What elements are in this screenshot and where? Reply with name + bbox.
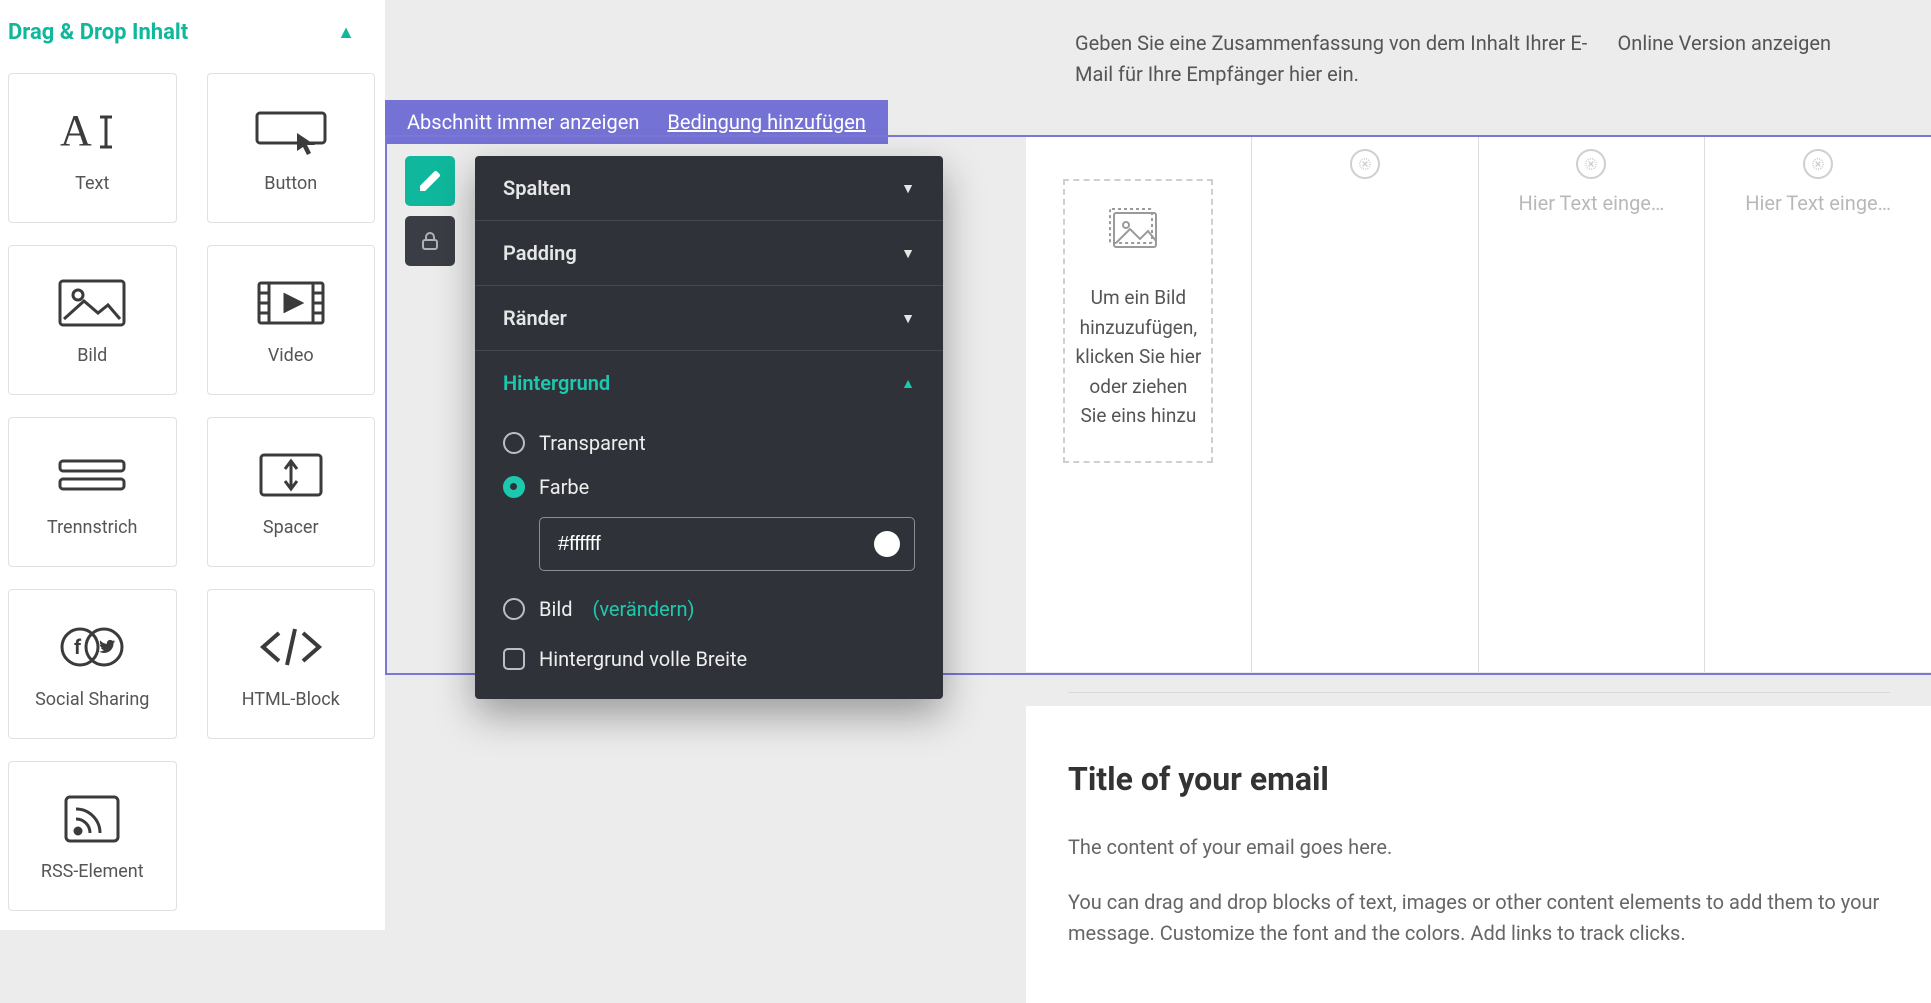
tile-label: Social Sharing <box>35 689 149 710</box>
close-icon <box>1358 157 1372 171</box>
radio-icon <box>503 432 525 454</box>
tile-spacer[interactable]: Spacer <box>207 417 376 567</box>
accordion-borders[interactable]: Ränder ▼ <box>475 286 943 350</box>
text-icon: A <box>52 103 132 159</box>
bg-full-width-checkbox[interactable]: Hintergrund volle Breite <box>503 629 915 675</box>
tile-label: RSS-Element <box>41 861 144 882</box>
column-3[interactable]: Hier Text einge… <box>1479 137 1705 672</box>
divider-icon <box>52 447 132 503</box>
close-icon <box>1811 157 1825 171</box>
accordion-columns[interactable]: Spalten ▼ <box>475 156 943 220</box>
radio-icon <box>503 598 525 620</box>
checkbox-icon <box>503 648 525 670</box>
accordion-label: Padding <box>503 241 577 265</box>
tile-text[interactable]: A Text <box>8 73 177 223</box>
email-body-section[interactable]: Title of your email The content of your … <box>1026 706 1931 1003</box>
color-hex-field[interactable] <box>558 533 758 556</box>
image-drop-text: Um ein Bild hinzuzufügen, klicken Sie hi… <box>1075 283 1201 430</box>
close-icon <box>1584 157 1598 171</box>
edit-button[interactable] <box>405 156 455 206</box>
rss-icon <box>52 791 132 847</box>
tile-rss[interactable]: RSS-Element <box>8 761 177 911</box>
tile-label: Trennstrich <box>47 517 137 538</box>
svg-text:f: f <box>74 635 82 659</box>
image-icon <box>52 275 132 331</box>
color-input[interactable] <box>539 517 915 571</box>
checkbox-label: Hintergrund volle Breite <box>539 647 747 671</box>
image-placeholder-icon <box>1108 207 1168 257</box>
tile-video[interactable]: Video <box>207 245 376 395</box>
spacer-icon <box>251 447 331 503</box>
tile-label: HTML-Block <box>242 689 340 710</box>
bg-radio-image[interactable]: Bild (verändern) <box>503 581 915 629</box>
email-paragraph[interactable]: The content of your email goes here. <box>1068 832 1889 863</box>
tile-label: Video <box>268 345 314 366</box>
radio-label: Farbe <box>539 475 589 499</box>
tile-label: Button <box>264 173 317 194</box>
column-2[interactable] <box>1252 137 1478 672</box>
color-swatch[interactable] <box>874 531 900 557</box>
chevron-up-icon: ▲ <box>337 22 355 43</box>
add-condition-link[interactable]: Bedingung hinzufügen <box>667 110 865 134</box>
tile-divider[interactable]: Trennstrich <box>8 417 177 567</box>
lock-icon <box>418 229 442 253</box>
email-paragraph[interactable]: You can drag and drop blocks of text, im… <box>1068 887 1889 949</box>
bg-radio-transparent[interactable]: Transparent <box>503 421 915 465</box>
section-divider <box>1068 692 1890 693</box>
tile-html[interactable]: HTML-Block <box>207 589 376 739</box>
video-icon <box>251 275 331 331</box>
accordion-label: Ränder <box>503 306 567 330</box>
email-columns-section[interactable]: Um ein Bild hinzuzufügen, klicken Sie hi… <box>1026 137 1931 672</box>
delete-column-button[interactable] <box>1350 149 1380 179</box>
chevron-down-icon: ▼ <box>901 310 915 327</box>
section-actions <box>405 156 455 266</box>
accordion-background[interactable]: Hintergrund ▲ <box>475 351 943 415</box>
button-icon <box>251 103 331 159</box>
accordion-padding[interactable]: Padding ▼ <box>475 221 943 285</box>
tile-label: Spacer <box>263 517 319 538</box>
online-version-link[interactable]: Online Version anzeigen <box>1618 28 1831 90</box>
condition-bar: Abschnitt immer anzeigen Bedingung hinzu… <box>385 100 888 144</box>
tile-button[interactable]: Button <box>207 73 376 223</box>
tile-social[interactable]: f Social Sharing <box>8 589 177 739</box>
chevron-down-icon: ▼ <box>901 245 915 262</box>
code-icon <box>251 619 331 675</box>
email-title[interactable]: Title of your email <box>1068 760 1889 798</box>
delete-column-button[interactable] <box>1576 149 1606 179</box>
sidebar: Drag & Drop Inhalt ▲ A Text Button Bild <box>0 0 385 930</box>
pencil-icon <box>418 169 442 193</box>
accordion-label: Hintergrund <box>503 371 610 395</box>
lock-button[interactable] <box>405 216 455 266</box>
image-dropzone[interactable]: Um ein Bild hinzuzufügen, klicken Sie hi… <box>1063 179 1213 463</box>
always-show-label: Abschnitt immer anzeigen <box>407 110 639 134</box>
social-icon: f <box>52 619 132 675</box>
tile-image[interactable]: Bild <box>8 245 177 395</box>
change-image-link[interactable]: (verändern) <box>592 597 694 621</box>
sidebar-section-toggle[interactable]: Drag & Drop Inhalt ▲ <box>0 20 385 63</box>
bg-radio-color[interactable]: Farbe <box>503 465 915 509</box>
sidebar-title: Drag & Drop Inhalt <box>8 20 188 45</box>
background-panel: Transparent Farbe Bild (verändern) <box>475 415 943 699</box>
chevron-up-icon: ▲ <box>901 375 915 392</box>
preheader-row: Geben Sie eine Zusammenfassung von dem I… <box>385 0 1931 90</box>
column-4[interactable]: Hier Text einge… <box>1705 137 1931 672</box>
tile-label: Text <box>75 173 109 194</box>
canvas-area: Geben Sie eine Zusammenfassung von dem I… <box>385 0 1931 930</box>
radio-label: Transparent <box>539 431 646 455</box>
svg-text:A: A <box>60 106 92 155</box>
tile-label: Bild <box>77 345 107 366</box>
column-1[interactable]: Um ein Bild hinzuzufügen, klicken Sie hi… <box>1026 137 1251 672</box>
radio-label: Bild <box>539 597 572 621</box>
properties-popup: Spalten ▼ Padding ▼ Ränder ▼ Hintergrund… <box>475 156 943 699</box>
radio-checked-icon <box>503 476 525 498</box>
delete-column-button[interactable] <box>1803 149 1833 179</box>
chevron-down-icon: ▼ <box>901 180 915 197</box>
accordion-label: Spalten <box>503 176 571 200</box>
tile-grid: A Text Button Bild Video Tr <box>0 63 385 911</box>
preheader-summary[interactable]: Geben Sie eine Zusammenfassung von dem I… <box>1075 28 1618 90</box>
